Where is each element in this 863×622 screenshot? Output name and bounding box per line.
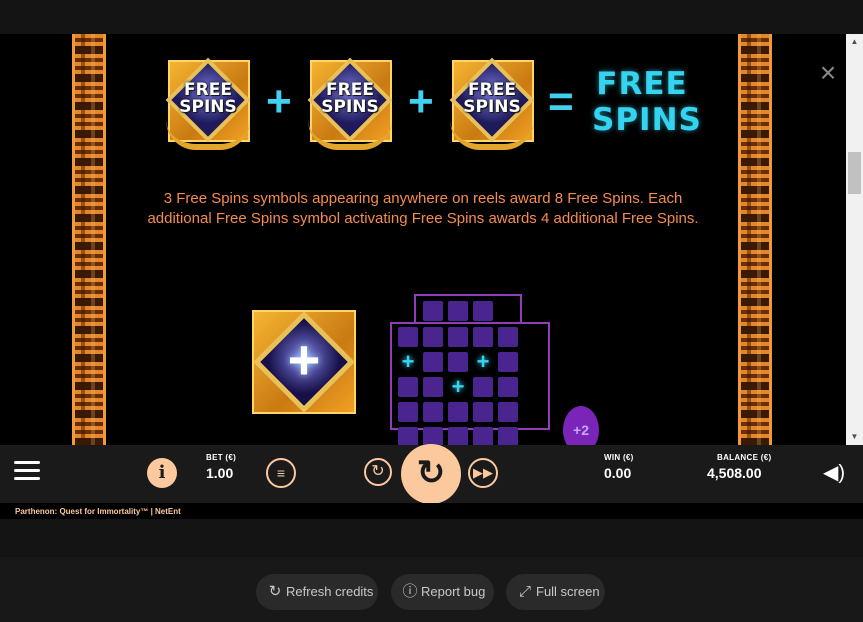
grid-cell bbox=[448, 427, 468, 445]
grid-cell bbox=[448, 327, 468, 347]
grid-cell bbox=[498, 352, 518, 372]
win-label: WIN (€) bbox=[604, 453, 634, 462]
grid-plus-cell: + bbox=[401, 349, 415, 374]
full-screen-button[interactable]: ⤢ Full screen bbox=[506, 574, 605, 610]
balance-value: 4,508.00 bbox=[707, 465, 762, 481]
free-spins-symbol-3: FREE SPINS bbox=[448, 57, 536, 150]
alert-circle-icon: ⓘ bbox=[402, 583, 418, 600]
expand-icon: ⤢ bbox=[518, 583, 531, 600]
grid-cell bbox=[498, 427, 518, 445]
game-page: × FREE SPINS + FREE SPINS + FREE SPINS =… bbox=[0, 0, 863, 622]
grid-cell bbox=[473, 427, 493, 445]
win-value: 0.00 bbox=[604, 465, 632, 481]
hamburger-menu-icon[interactable] bbox=[14, 461, 40, 483]
plus-symbol-glyph: + bbox=[287, 328, 321, 391]
refresh-credits-button[interactable]: ↻ Refresh credits bbox=[256, 574, 378, 610]
grid-cell bbox=[473, 327, 493, 347]
autoplay-icon[interactable]: ↻ bbox=[364, 458, 392, 486]
grid-cell bbox=[398, 427, 418, 445]
grid-cell bbox=[423, 402, 443, 422]
grid-cell bbox=[398, 327, 418, 347]
coin-stack-icon[interactable]: ≡ bbox=[266, 458, 296, 488]
speaker-icon[interactable]: ◀) bbox=[821, 461, 847, 485]
free-spins-symbol-text: FREE SPINS bbox=[179, 80, 237, 117]
plus-symbol: + bbox=[252, 310, 356, 414]
free-spins-equation: FREE SPINS + FREE SPINS + FREE SPINS = F… bbox=[0, 57, 846, 158]
grid-cell bbox=[448, 402, 468, 422]
spin-icon[interactable]: ↻ bbox=[401, 444, 461, 504]
grid-cell bbox=[398, 402, 418, 422]
free-spins-symbol-2: FREE SPINS bbox=[306, 57, 394, 150]
scroll-thumb[interactable] bbox=[848, 152, 861, 194]
grid-cell bbox=[423, 327, 443, 347]
grid-plus-cell: + bbox=[451, 374, 465, 399]
reel-grid-illustration: + + + bbox=[390, 294, 550, 445]
paytable-panel: × FREE SPINS + FREE SPINS + FREE SPINS =… bbox=[0, 34, 846, 445]
report-bug-button[interactable]: ⓘ Report bug bbox=[391, 574, 494, 610]
plus-two-badge: +2 bbox=[563, 406, 599, 445]
full-screen-label: Full screen bbox=[536, 584, 600, 599]
grid-cell bbox=[498, 377, 518, 397]
scrollbar[interactable]: ▲ ▼ bbox=[846, 34, 863, 445]
info-icon[interactable]: i bbox=[147, 458, 177, 488]
grid-cell bbox=[423, 427, 443, 445]
control-bar: i BET (€) 1.00 ≡ ↻ ↻ ▶▶ WIN (€) 0.00 BAL… bbox=[0, 444, 863, 504]
refresh-credits-label: Refresh credits bbox=[286, 584, 374, 599]
grid-cell bbox=[498, 402, 518, 422]
grid-cell bbox=[398, 377, 418, 397]
grid-cell bbox=[423, 301, 443, 321]
grid-cell bbox=[498, 327, 518, 347]
equals-sign: = bbox=[548, 77, 574, 126]
free-spins-symbol-text: FREE SPINS bbox=[463, 80, 521, 117]
bet-value: 1.00 bbox=[206, 465, 234, 481]
free-spins-symbol-text: FREE SPINS bbox=[321, 80, 379, 117]
plus-sign: + bbox=[266, 77, 292, 126]
grid-cell bbox=[473, 377, 493, 397]
grid-cells: + + + bbox=[396, 300, 546, 445]
plus-sign: + bbox=[408, 77, 434, 126]
bet-label: BET (€) bbox=[206, 453, 237, 462]
report-bug-label: Report bug bbox=[421, 584, 486, 599]
balance-label: BALANCE (€) bbox=[717, 453, 772, 462]
grid-cell bbox=[448, 352, 468, 372]
footer-bar: Parthenon: Quest for Immortality™ | NetE… bbox=[0, 503, 863, 519]
grid-cell bbox=[448, 301, 468, 321]
scroll-up-arrow-icon[interactable]: ▲ bbox=[846, 34, 863, 50]
fast-forward-icon[interactable]: ▶▶ bbox=[468, 458, 498, 488]
game-title: Parthenon: Quest for Immortality™ | NetE… bbox=[15, 507, 181, 516]
grid-cell bbox=[473, 402, 493, 422]
grid-cell bbox=[423, 377, 443, 397]
free-spins-description: 3 Free Spins symbols appearing anywhere … bbox=[147, 190, 699, 227]
top-strip bbox=[0, 0, 863, 34]
grid-cell bbox=[423, 352, 443, 372]
bottom-toolbar: ↻ Refresh credits ⓘ Report bug ⤢ Full sc… bbox=[0, 519, 863, 622]
free-spins-result-text: FREE SPINS bbox=[592, 66, 702, 138]
grid-cell bbox=[473, 301, 493, 321]
refresh-icon: ↻ bbox=[268, 583, 282, 600]
grid-plus-cell: + bbox=[476, 349, 490, 374]
free-spins-symbol-1: FREE SPINS bbox=[164, 57, 252, 150]
scroll-down-arrow-icon[interactable]: ▼ bbox=[846, 429, 863, 445]
